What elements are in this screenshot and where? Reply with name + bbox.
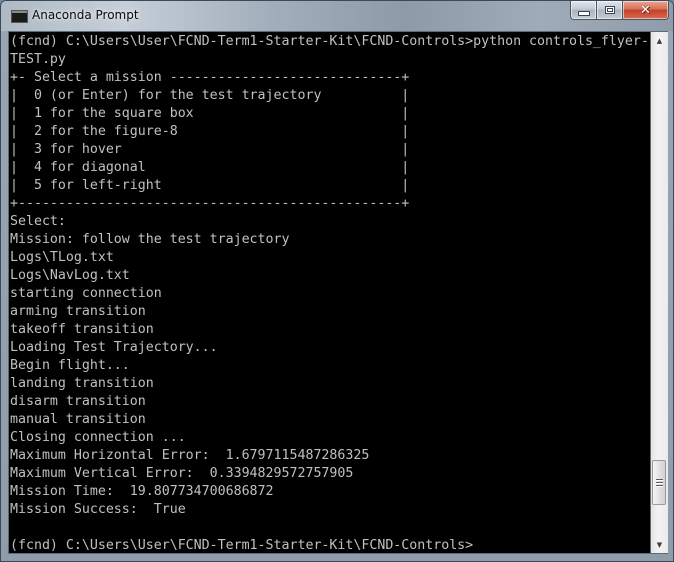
console-line: +- Select a mission --------------------…: [10, 70, 410, 85]
caption-buttons: ✕: [570, 1, 669, 21]
scroll-down-button[interactable]: ▼: [651, 536, 668, 553]
console-line: Mission: follow the test trajectory: [10, 232, 290, 247]
minimize-button[interactable]: [570, 1, 597, 20]
console-line: | 1 for the square box |: [10, 106, 410, 121]
console-line: takeoff transition: [10, 322, 154, 337]
console-line: | 4 for diagonal |: [10, 160, 410, 175]
console-line: | 0 (or Enter) for the test trajectory |: [10, 88, 410, 103]
vertical-scrollbar[interactable]: ▲ ▼: [651, 31, 668, 554]
console-icon[interactable]: [11, 10, 28, 23]
console-line: starting connection: [10, 286, 162, 301]
console-line: Logs\NavLog.txt: [10, 268, 130, 283]
arrow-up-icon: ▲: [656, 36, 663, 45]
close-icon: ✕: [640, 2, 651, 18]
console-line: (fcnd) C:\Users\User\FCND-Term1-Starter-…: [10, 34, 649, 49]
console-line: Maximum Horizontal Error: 1.679711548728…: [10, 448, 370, 463]
maximize-button[interactable]: [597, 1, 623, 20]
console-line: Mission Time: 19.807734700686872: [10, 484, 274, 499]
grip-line: [655, 485, 663, 487]
console-line: arming transition: [10, 304, 146, 319]
window-title: Anaconda Prompt: [32, 8, 139, 22]
console-line: +---------------------------------------…: [10, 196, 410, 211]
console-line: Mission Success: True: [10, 502, 186, 517]
anaconda-prompt-window: Anaconda Prompt ✕ (fcnd) C:\Users\User\F…: [0, 0, 674, 562]
console-line: (fcnd) C:\Users\User\FCND-Term1-Starter-…: [10, 538, 474, 553]
maximize-icon: [604, 6, 615, 14]
console-line: landing transition: [10, 376, 154, 391]
arrow-down-icon: ▼: [656, 540, 663, 549]
console-line: Loading Test Trajectory...: [10, 340, 218, 355]
console-line: Begin flight...: [10, 358, 130, 373]
grip-line: [655, 482, 663, 484]
scrollbar-thumb[interactable]: [652, 460, 666, 506]
console-line: Logs\TLog.txt: [10, 250, 114, 265]
console-text: (fcnd) C:\Users\User\FCND-Term1-Starter-…: [10, 33, 649, 553]
console-line: | 2 for the figure-8 |: [10, 124, 410, 139]
console-line: disarm transition: [10, 394, 146, 409]
minimize-icon: [577, 11, 590, 16]
close-button[interactable]: ✕: [623, 1, 669, 20]
title-bar[interactable]: Anaconda Prompt ✕: [1, 1, 673, 31]
console-line: TEST.py: [10, 52, 66, 67]
console-line: Closing connection ...: [10, 430, 186, 445]
console-output[interactable]: (fcnd) C:\Users\User\FCND-Term1-Starter-…: [8, 31, 651, 554]
console-line: manual transition: [10, 412, 146, 427]
console-line: Select:: [10, 214, 66, 229]
console-line: Maximum Vertical Error: 0.33948295727579…: [10, 466, 354, 481]
grip-line: [655, 479, 663, 481]
console-line: | 3 for hover |: [10, 142, 410, 157]
console-line: | 5 for left-right |: [10, 178, 410, 193]
scroll-up-button[interactable]: ▲: [651, 32, 668, 49]
